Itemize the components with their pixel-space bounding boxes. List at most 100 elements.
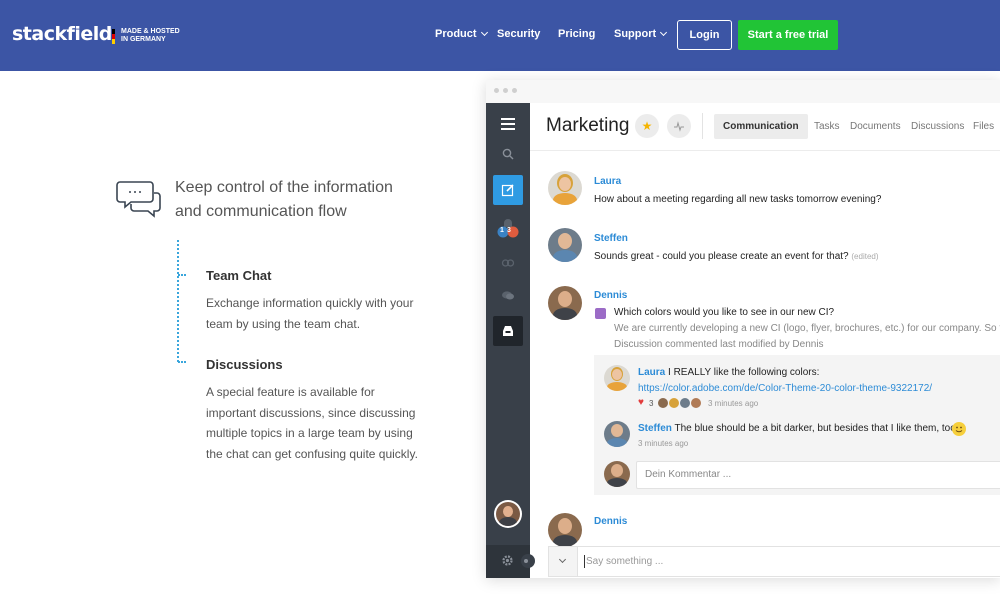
settings-icon[interactable] <box>501 554 514 572</box>
nav-product[interactable]: Product <box>435 28 488 40</box>
compose-button[interactable] <box>493 175 523 205</box>
chat-main: Marketing ★ Communication Tasks Document… <box>530 103 1000 578</box>
window-dot <box>503 88 508 93</box>
reply-text: Steffen The blue should be a bit darker,… <box>638 423 959 434</box>
message-input[interactable]: Say something ... <box>586 556 663 567</box>
discussion-meta: Discussion commented last modified by De… <box>614 339 824 350</box>
notifications-icon[interactable]: 1 3 <box>486 218 530 245</box>
room-title: Marketing <box>546 115 630 136</box>
avatar <box>604 461 630 487</box>
message-author[interactable]: Dennis <box>594 516 627 527</box>
site-header: stackfield MADE & HOSTED IN GERMANY Prod… <box>0 0 1000 71</box>
nav-product-label: Product <box>435 28 477 40</box>
heart-icon[interactable]: ♥ <box>638 397 644 408</box>
avatar[interactable] <box>548 513 582 547</box>
window-dot <box>494 88 499 93</box>
message-body: Sounds great - could you please create a… <box>594 251 849 262</box>
message-author[interactable]: Laura <box>594 176 621 187</box>
nav-support-label: Support <box>614 28 657 40</box>
chat-bubbles-icon <box>116 181 161 218</box>
tab-tasks[interactable]: Tasks <box>814 121 840 132</box>
start-free-trial-button[interactable]: Start a free trial <box>738 20 838 50</box>
activity-icon <box>674 121 684 132</box>
feature-title-team-chat: Team Chat <box>206 268 272 283</box>
comment-input[interactable]: Dein Kommentar ... <box>636 461 1000 489</box>
message-composer: Say something ... <box>548 546 1000 577</box>
inbox-button[interactable] <box>493 316 523 346</box>
login-button[interactable]: Login <box>677 20 732 50</box>
made-in-germany-tagline: MADE & HOSTED IN GERMANY <box>121 28 201 44</box>
avatar <box>691 398 701 408</box>
timeline-tick <box>178 361 186 363</box>
discussion-icon <box>595 308 606 319</box>
feature-text-discussions: A special feature is available for impor… <box>206 382 421 464</box>
german-flag-icon <box>112 29 115 44</box>
feature-title-discussions: Discussions <box>206 357 283 372</box>
composer-options-dropdown[interactable] <box>549 547 578 576</box>
message-text: How about a meeting regarding all new ta… <box>594 194 882 205</box>
text-line: Exchange information quickly with your <box>206 296 414 310</box>
nav-security[interactable]: Security <box>497 28 540 40</box>
text-line: the chat can get confusing quite quickly… <box>206 446 418 461</box>
notification-badge-count: 1 <box>500 227 504 234</box>
link-icon[interactable] <box>486 255 530 273</box>
timeline-line <box>177 240 179 362</box>
text-line: multiple topics in a large team by using <box>206 426 413 440</box>
tab-documents[interactable]: Documents <box>850 121 901 132</box>
color-theme-link[interactable]: https://color.adobe.com/de/Color-Theme-2… <box>638 383 932 394</box>
chevron-down-icon <box>660 28 668 37</box>
avatar[interactable] <box>548 171 582 205</box>
chat-icon[interactable] <box>486 288 530 306</box>
sidebar-footer <box>486 545 535 578</box>
headline-line2: and communication flow <box>175 203 347 220</box>
like-count: 3 <box>649 399 654 408</box>
message-author[interactable]: Steffen <box>594 233 628 244</box>
discussion-thread: Laura I REALLY like the following colors… <box>594 355 1000 495</box>
message-author[interactable]: Dennis <box>594 290 627 301</box>
avatar[interactable] <box>548 286 582 320</box>
avatar <box>680 398 690 408</box>
text-line: A special feature is available for <box>206 385 375 399</box>
reply-timestamp: 3 minutes ago <box>708 399 759 408</box>
tab-files[interactable]: Files <box>973 121 994 132</box>
text-cursor <box>584 555 585 568</box>
reply-author[interactable]: Steffen <box>638 423 672 434</box>
tab-communication[interactable]: Communication <box>714 114 808 139</box>
smile-emoji-icon <box>952 422 966 436</box>
chevron-down-icon <box>480 28 488 37</box>
notification-badge-count: 3 <box>507 227 511 234</box>
avatar[interactable] <box>604 421 630 447</box>
app-sidebar: 1 3 <box>486 103 535 578</box>
tagline-line2: IN GERMANY <box>121 36 166 43</box>
headline-line1: Keep control of the information <box>175 179 393 196</box>
avatar[interactable] <box>548 228 582 262</box>
window-dot <box>512 88 517 93</box>
favorite-button[interactable]: ★ <box>635 114 659 138</box>
message-text: Sounds great - could you please create a… <box>594 251 879 262</box>
search-icon[interactable] <box>486 147 530 165</box>
nav-support[interactable]: Support <box>614 28 668 40</box>
chevron-down-icon <box>558 555 567 564</box>
stackfield-logo[interactable]: stackfield <box>12 23 112 45</box>
reply-text: Laura I REALLY like the following colors… <box>638 367 819 378</box>
window-titlebar <box>486 80 1000 103</box>
reply-timestamp: 3 minutes ago <box>638 439 689 448</box>
user-avatar[interactable] <box>494 500 522 528</box>
timeline-tick <box>178 274 186 276</box>
menu-icon[interactable] <box>486 117 530 135</box>
activity-button[interactable] <box>667 114 691 138</box>
divider <box>530 150 1000 151</box>
tagline-line1: MADE & HOSTED <box>121 28 180 35</box>
reply-author[interactable]: Laura <box>638 367 665 378</box>
tab-discussions[interactable]: Discussions <box>911 121 964 132</box>
app-window-screenshot: 1 3 Marketing ★ Communication Tasks Docu… <box>486 80 1000 578</box>
discussion-title[interactable]: Which colors would you like to see in ou… <box>614 307 834 318</box>
avatar[interactable] <box>604 365 630 391</box>
reply-body: I REALLY like the following colors: <box>668 367 820 378</box>
divider <box>702 113 703 139</box>
section-headline: Keep control of the information and comm… <box>175 176 425 224</box>
nav-pricing[interactable]: Pricing <box>558 28 595 40</box>
edited-label: (edited) <box>851 252 879 261</box>
compose-icon <box>501 184 514 197</box>
discussion-description: We are currently developing a new CI (lo… <box>614 323 1000 334</box>
